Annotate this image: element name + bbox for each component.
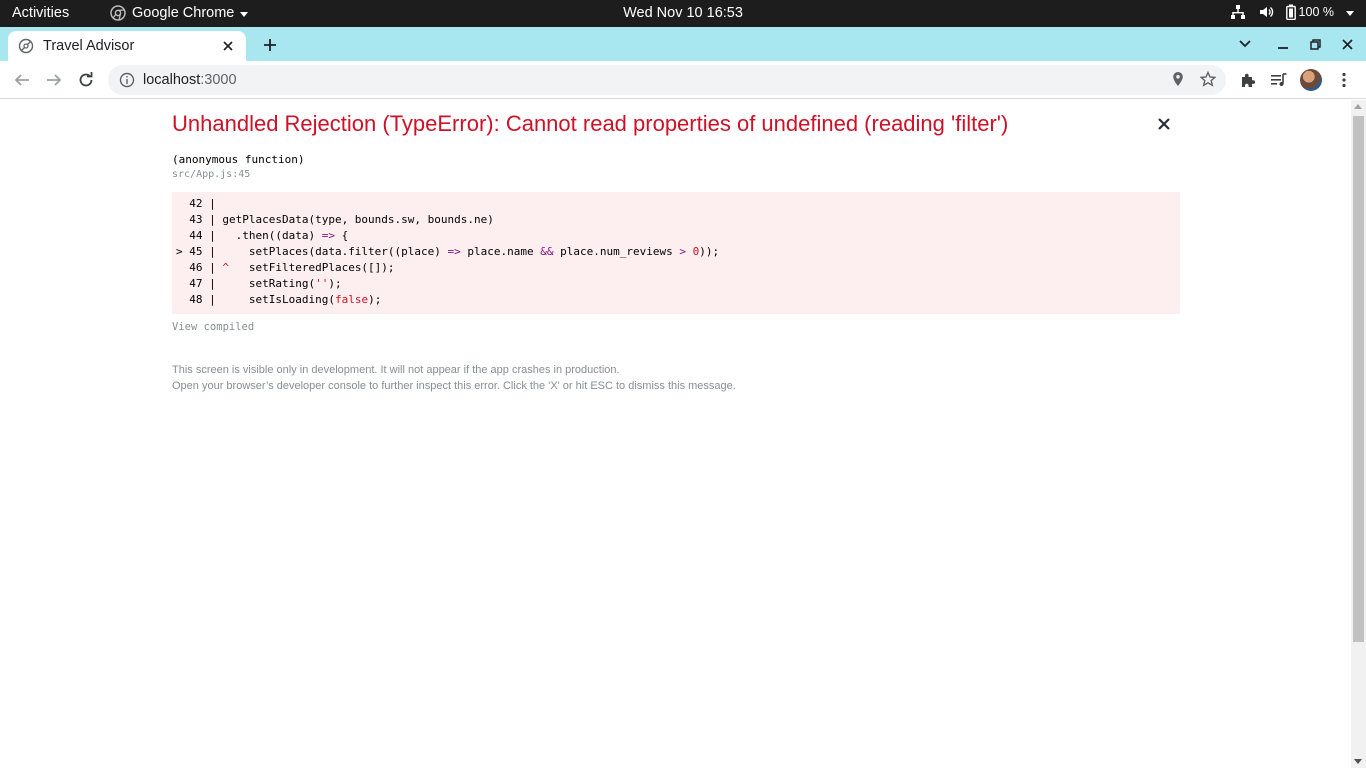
code-frame-lines: 42 | 43 | getPlacesData(type, bounds.sw,…	[176, 196, 1180, 308]
plus-icon	[264, 39, 276, 51]
tab-favicon-icon	[18, 38, 34, 54]
tab-close-button[interactable]	[220, 38, 236, 54]
battery-percent: 100 %	[1298, 5, 1334, 19]
minimize-button[interactable]	[1272, 33, 1294, 55]
footer-dev-notice: This screen is visible only in developme…	[172, 364, 620, 376]
code-line-gutter: > 45 |	[176, 245, 223, 258]
back-button[interactable]	[10, 68, 34, 92]
dismiss-error-button[interactable]	[1154, 114, 1174, 134]
app-menu-label: Google Chrome	[132, 5, 235, 21]
address-bar[interactable]: localhost:3000	[108, 65, 1226, 95]
code-line-text: setIsLoading(false);	[222, 293, 382, 306]
star-icon[interactable]	[1200, 71, 1216, 87]
close-icon	[1158, 118, 1170, 130]
code-line-gutter: 48 |	[176, 293, 223, 306]
scroll-up-arrow-icon[interactable]	[1354, 104, 1362, 109]
close-icon	[1341, 38, 1353, 50]
battery-icon	[1285, 4, 1296, 20]
tab-title: Travel Advisor	[43, 38, 135, 54]
forward-arrow-icon	[47, 74, 62, 86]
browser-toolbar: localhost:3000	[0, 61, 1366, 99]
network-icon	[1230, 5, 1245, 19]
new-tab-button[interactable]	[258, 33, 282, 57]
code-line: 48 | setIsLoading(false);	[176, 292, 1180, 308]
stack-file-location[interactable]: src/App.js:45	[172, 169, 250, 180]
chrome-icon	[110, 5, 126, 21]
url-port: :3000	[200, 72, 237, 88]
code-line-gutter: 43 |	[176, 213, 223, 226]
code-line: 46 | ^ setFilteredPlaces([]);	[176, 260, 1180, 276]
error-footer: This screen is visible only in developme…	[172, 362, 736, 394]
reload-icon	[79, 72, 93, 87]
restore-button[interactable]	[1304, 33, 1326, 55]
tab-strip: Travel Advisor	[0, 27, 1366, 61]
code-line-text: setRating('');	[222, 277, 342, 290]
close-window-button[interactable]	[1336, 33, 1358, 55]
code-line-text: ^ setFilteredPlaces([]);	[222, 261, 395, 274]
code-line-gutter: 42 |	[176, 197, 223, 210]
extensions-button[interactable]	[1236, 68, 1260, 92]
code-line-gutter: 46 |	[176, 261, 223, 274]
media-queue-icon	[1271, 73, 1287, 86]
volume-icon	[1259, 6, 1273, 18]
code-line-text: .then((data) => {	[222, 229, 349, 242]
system-tray[interactable]: 100 %	[1230, 4, 1354, 20]
app-menu[interactable]: Google Chrome	[110, 5, 249, 21]
error-title: Unhandled Rejection (TypeError): Cannot …	[172, 111, 1009, 136]
extensions-icon	[1242, 73, 1256, 87]
code-line-gutter: 47 |	[176, 277, 223, 290]
clock[interactable]: Wed Nov 10 16:53	[623, 5, 743, 21]
chevron-down-icon	[1239, 40, 1251, 48]
scroll-down-arrow-icon[interactable]	[1354, 759, 1362, 764]
close-icon	[223, 41, 233, 51]
location-icon[interactable]	[1170, 71, 1186, 87]
page-viewport: Unhandled Rejection (TypeError): Cannot …	[0, 100, 1351, 768]
chrome-menu-button[interactable]	[1332, 68, 1356, 92]
code-frame: 42 | 43 | getPlacesData(type, bounds.sw,…	[172, 192, 1180, 314]
restore-icon	[1309, 38, 1321, 50]
code-line-gutter: 44 |	[176, 229, 223, 242]
code-line: > 45 | setPlaces(data.filter((place) => …	[176, 244, 1180, 260]
info-icon[interactable]	[119, 72, 135, 88]
page-scrollbar[interactable]	[1351, 100, 1366, 768]
activities-button[interactable]: Activities	[12, 5, 69, 21]
code-line: 42 |	[176, 196, 1180, 212]
back-arrow-icon	[14, 74, 29, 86]
code-line-text: getPlacesData(type, bounds.sw, bounds.ne…	[222, 213, 494, 226]
code-line: 44 | .then((data) => {	[176, 228, 1180, 244]
footer-console-hint: Open your browser’s developer console to…	[172, 380, 736, 392]
url-host: localhost	[143, 72, 201, 88]
minimize-icon	[1278, 47, 1288, 49]
more-vert-icon	[1342, 72, 1346, 88]
system-top-bar: Activities Google Chrome Wed Nov 10 16:5…	[0, 0, 1366, 27]
reload-button[interactable]	[74, 68, 98, 92]
tab-search-button[interactable]	[1234, 33, 1256, 55]
view-compiled-link[interactable]: View compiled	[172, 321, 254, 333]
code-line-text: setPlaces(data.filter((place) => place.n…	[222, 245, 720, 258]
stack-function-name: (anonymous function)	[172, 153, 305, 166]
code-line: 47 | setRating('');	[176, 276, 1180, 292]
tab-travel-advisor[interactable]: Travel Advisor	[8, 31, 246, 61]
media-controls-button[interactable]	[1267, 68, 1291, 92]
profile-avatar[interactable]	[1300, 69, 1322, 91]
scrollbar-thumb[interactable]	[1353, 116, 1364, 642]
power-menu-icon[interactable]	[1346, 10, 1354, 16]
chevron-down-icon	[240, 11, 249, 17]
forward-button[interactable]	[42, 68, 66, 92]
code-line: 43 | getPlacesData(type, bounds.sw, boun…	[176, 212, 1180, 228]
